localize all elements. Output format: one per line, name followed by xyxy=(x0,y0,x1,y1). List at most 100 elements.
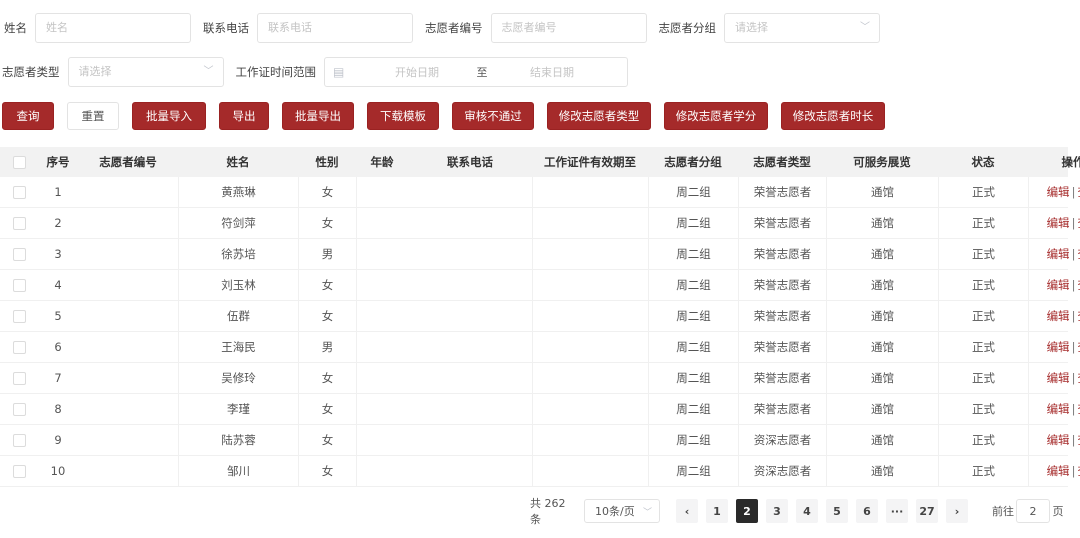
cell-venue: 通馆 xyxy=(826,332,938,362)
range-end[interactable]: 结束日期 xyxy=(497,64,607,80)
cell-age xyxy=(356,332,408,362)
group-select[interactable]: 请选择 ﹀ xyxy=(724,13,880,43)
cell-status: 正式 xyxy=(938,270,1028,300)
download-template-button[interactable]: 下载模板 xyxy=(367,102,439,130)
cell-group: 周二组 xyxy=(648,332,738,362)
edit-link[interactable]: 编辑 xyxy=(1047,277,1070,293)
page-button[interactable]: 4 xyxy=(796,499,818,523)
cell-phone xyxy=(408,208,532,238)
cell-venue: 通馆 xyxy=(826,425,938,455)
row-select-cell xyxy=(0,394,38,424)
next-page-button[interactable]: › xyxy=(946,499,968,523)
row-select-cell xyxy=(0,270,38,300)
cell-vid xyxy=(78,208,178,238)
cell-op: 编辑|查看 xyxy=(1028,363,1080,393)
table-body: 1黄燕琳女周二组荣誉志愿者通馆正式编辑|查看2符剑萍女周二组荣誉志愿者通馆正式编… xyxy=(0,177,1080,487)
edit-link[interactable]: 编辑 xyxy=(1047,308,1070,324)
row-checkbox[interactable] xyxy=(12,247,26,261)
header-venue: 可服务展览 xyxy=(853,155,911,169)
cell-cert xyxy=(532,363,648,393)
cell-cert xyxy=(532,177,648,207)
batch-export-button[interactable]: 批量导出 xyxy=(282,102,354,130)
edit-link[interactable]: 编辑 xyxy=(1047,215,1070,231)
range-label: 工作证时间范围 xyxy=(235,65,317,79)
edit-link[interactable]: 编辑 xyxy=(1047,401,1070,417)
page-button[interactable]: ··· xyxy=(886,499,908,523)
page-button[interactable]: 1 xyxy=(706,499,728,523)
edit-link[interactable]: 编辑 xyxy=(1047,463,1070,479)
edit-link[interactable]: 编辑 xyxy=(1047,370,1070,386)
page-button[interactable]: 5 xyxy=(826,499,848,523)
date-range-picker[interactable]: ▤ 开始日期 至 结束日期 xyxy=(324,57,628,87)
row-checkbox[interactable] xyxy=(12,371,26,385)
page-button[interactable]: 6 xyxy=(856,499,878,523)
table-row: 3 徐苏培男 周二组荣誉志愿者通馆正式编辑|查看 xyxy=(0,239,1080,270)
edit-link[interactable]: 编辑 xyxy=(1047,184,1070,200)
row-checkbox[interactable] xyxy=(12,278,26,292)
cell-vid xyxy=(78,394,178,424)
row-checkbox[interactable] xyxy=(12,340,26,354)
type-placeholder: 请选择 xyxy=(78,65,112,78)
query-button[interactable]: 查询 xyxy=(2,102,54,130)
cell-sex: 男 xyxy=(298,239,356,269)
edit-link[interactable]: 编辑 xyxy=(1047,246,1070,262)
range-start[interactable]: 开始日期 xyxy=(367,64,467,80)
goto-page-input[interactable]: 2 xyxy=(1016,499,1050,523)
cell-status: 正式 xyxy=(938,394,1028,424)
row-checkbox[interactable] xyxy=(12,309,26,323)
page-button[interactable]: 2 xyxy=(736,499,758,523)
export-button[interactable]: 导出 xyxy=(219,102,269,130)
table-row: 7 吴修玲女 周二组荣誉志愿者通馆正式编辑|查看 xyxy=(0,363,1080,394)
name-label: 姓名 xyxy=(4,21,27,35)
prev-page-button[interactable]: ‹ xyxy=(676,499,698,523)
cell-type: 荣誉志愿者 xyxy=(738,177,826,207)
table-row: 5 伍群女 周二组荣誉志愿者通馆正式编辑|查看 xyxy=(0,301,1080,332)
edit-credit-button[interactable]: 修改志愿者学分 xyxy=(664,102,768,130)
op-separator: | xyxy=(1071,216,1076,230)
cell-vid xyxy=(78,332,178,362)
cell-group: 周二组 xyxy=(648,394,738,424)
cell-name: 符剑萍 xyxy=(178,208,298,238)
page-button[interactable]: 27 xyxy=(916,499,938,523)
row-checkbox[interactable] xyxy=(12,185,26,199)
cell-phone xyxy=(408,425,532,455)
cell-venue: 通馆 xyxy=(826,301,938,331)
page-size-select[interactable]: 10条/页 ﹀ xyxy=(584,499,660,523)
cell-status: 正式 xyxy=(938,301,1028,331)
phone-input[interactable]: 联系电话 xyxy=(257,13,413,43)
row-checkbox[interactable] xyxy=(12,464,26,478)
cell-op: 编辑|查看 xyxy=(1028,177,1080,207)
cell-type: 荣誉志愿者 xyxy=(738,301,826,331)
edit-link[interactable]: 编辑 xyxy=(1047,339,1070,355)
cell-no: 4 xyxy=(54,278,62,292)
cell-phone xyxy=(408,456,532,486)
chevron-down-icon: ﹀ xyxy=(203,66,214,77)
chevron-down-icon: ﹀ xyxy=(642,507,652,518)
page-button[interactable]: 3 xyxy=(766,499,788,523)
batch-import-button[interactable]: 批量导入 xyxy=(132,102,206,130)
cell-sex: 女 xyxy=(298,456,356,486)
cell-cert xyxy=(532,425,648,455)
row-checkbox[interactable] xyxy=(12,216,26,230)
cell-status: 正式 xyxy=(938,239,1028,269)
reject-button[interactable]: 审核不通过 xyxy=(452,102,534,130)
cell-name: 邹川 xyxy=(178,456,298,486)
cell-status: 正式 xyxy=(938,208,1028,238)
cell-op: 编辑|查看 xyxy=(1028,425,1080,455)
edit-link[interactable]: 编辑 xyxy=(1047,432,1070,448)
vid-input[interactable]: 志愿者编号 xyxy=(490,13,647,43)
reset-button[interactable]: 重置 xyxy=(67,102,119,130)
edit-hours-button[interactable]: 修改志愿者时长 xyxy=(781,102,885,130)
cell-phone xyxy=(408,270,532,300)
table-row: 8 李瑾女 周二组荣誉志愿者通馆正式编辑|查看 xyxy=(0,394,1080,425)
op-separator: | xyxy=(1071,247,1076,261)
row-checkbox[interactable] xyxy=(12,402,26,416)
type-select[interactable]: 请选择 ﹀ xyxy=(67,57,224,87)
cell-name: 黄燕琳 xyxy=(178,177,298,207)
cell-op: 编辑|查看 xyxy=(1028,301,1080,331)
select-all-checkbox[interactable] xyxy=(12,155,26,169)
op-separator: | xyxy=(1071,371,1076,385)
name-input[interactable]: 姓名 xyxy=(35,13,191,43)
edit-type-button[interactable]: 修改志愿者类型 xyxy=(547,102,651,130)
row-checkbox[interactable] xyxy=(12,433,26,447)
